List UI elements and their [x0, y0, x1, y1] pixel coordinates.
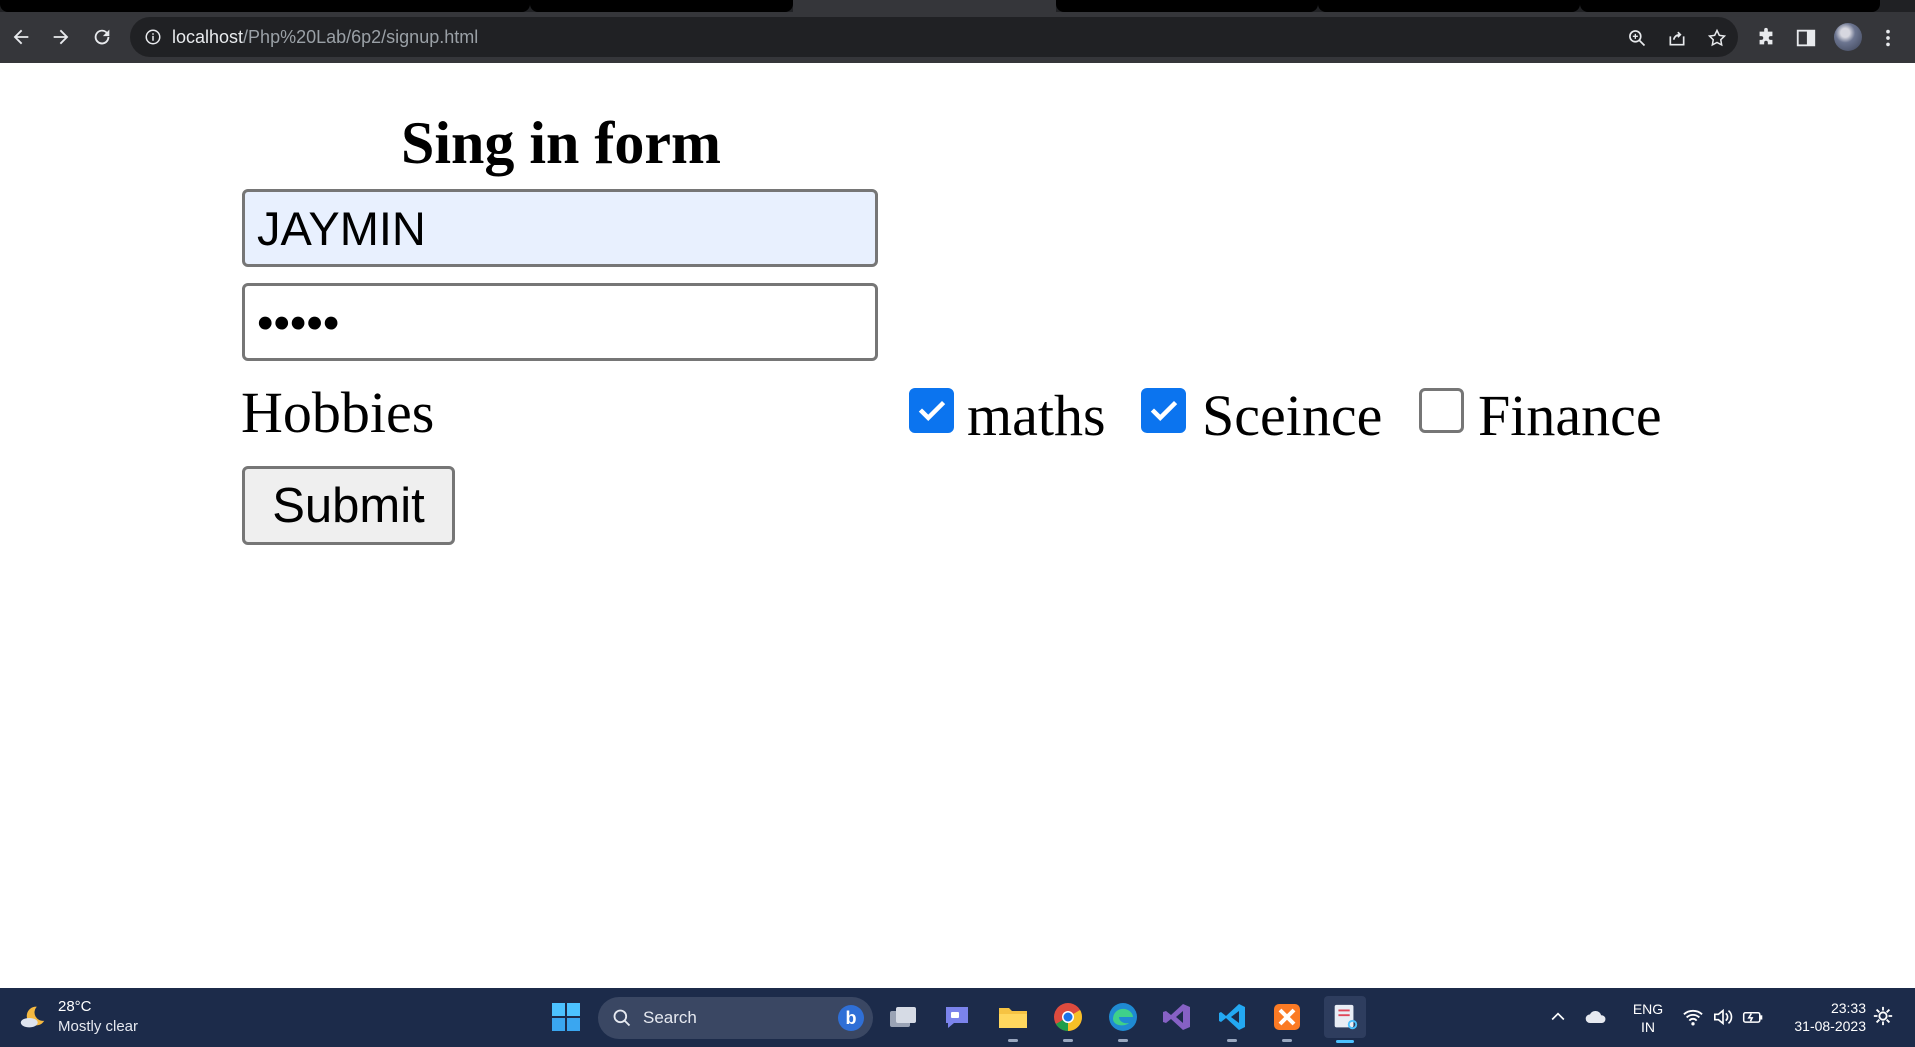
url-path: /Php%20Lab/6p2/signup.html — [243, 27, 479, 47]
maths-label: maths — [967, 383, 1106, 448]
file-explorer-app[interactable] — [996, 1000, 1030, 1042]
form-title: Sing in form — [400, 110, 722, 176]
arrow-left-icon — [13, 29, 29, 45]
checkmark-icon — [1150, 400, 1178, 422]
active-indicator — [1336, 1040, 1354, 1043]
finance-checkbox[interactable] — [1419, 388, 1464, 433]
battery-charging-icon[interactable] — [1742, 1007, 1764, 1027]
puzzle-icon — [1759, 27, 1773, 45]
taskbar: 28°C Mostly clear Search b ENG IN 23:33 … — [0, 988, 1915, 1047]
side-panel-icon — [1796, 29, 1816, 47]
chrome-app[interactable] — [1051, 1000, 1085, 1042]
reload-button[interactable] — [89, 24, 115, 50]
bing-icon[interactable]: b — [838, 1005, 864, 1031]
browser-tab[interactable] — [1318, 0, 1580, 12]
maths-checkbox[interactable] — [909, 388, 954, 433]
running-indicator — [1282, 1039, 1292, 1042]
running-indicator — [1063, 1039, 1073, 1042]
clock-date: 31-08-2023 — [1794, 1018, 1866, 1034]
share-icon — [1669, 31, 1685, 46]
running-indicator — [1008, 1039, 1018, 1042]
arrow-right-icon — [53, 29, 69, 45]
finance-label: Finance — [1478, 383, 1662, 448]
onedrive-cloud-icon[interactable] — [1584, 1007, 1608, 1027]
taskbar-search[interactable]: Search b — [598, 997, 873, 1039]
language-code: ENG — [1632, 1001, 1664, 1017]
folder-icon — [999, 1008, 1027, 1028]
speaker-icon[interactable] — [1712, 1007, 1734, 1027]
star-icon — [1707, 28, 1727, 47]
moon-cloud-icon — [20, 1006, 45, 1028]
running-indicator — [1118, 1039, 1128, 1042]
vscode-icon — [1219, 1004, 1245, 1030]
reload-icon — [94, 29, 110, 45]
snipping-tool-app[interactable] — [1324, 996, 1366, 1043]
input-language-indicator[interactable]: ENG IN — [1630, 1000, 1666, 1036]
share-button[interactable] — [1666, 27, 1688, 49]
browser-tab[interactable] — [0, 0, 530, 12]
visual-studio-app[interactable] — [1160, 1000, 1194, 1034]
zoom-icon — [1629, 30, 1646, 47]
profile-avatar[interactable] — [1834, 23, 1862, 51]
url-host: localhost — [172, 27, 244, 47]
browser-toolbar: localhost/Php%20Lab/6p2/signup.html — [0, 12, 1915, 63]
snipping-tool-icon — [1334, 1004, 1358, 1030]
bookmark-button[interactable] — [1706, 27, 1728, 49]
url-text[interactable]: localhost/Php%20Lab/6p2/signup.html — [172, 27, 478, 47]
task-view-app[interactable] — [886, 1000, 920, 1034]
kebab-menu-icon — [1886, 29, 1890, 47]
tab-strip — [0, 0, 1915, 12]
science-label: Sceince — [1202, 383, 1383, 448]
science-checkbox[interactable] — [1141, 388, 1186, 433]
search-icon — [613, 1009, 631, 1027]
weather-description: Mostly clear — [58, 1018, 139, 1035]
xampp-app[interactable] — [1270, 1000, 1304, 1042]
zoom-button[interactable] — [1626, 27, 1648, 49]
submit-button[interactable]: Submit — [242, 466, 455, 545]
edge-icon — [1109, 1003, 1137, 1031]
teams-chat-app[interactable] — [940, 1000, 974, 1034]
checkmark-icon — [918, 400, 946, 422]
xampp-icon — [1274, 1004, 1300, 1030]
task-view-icon — [890, 1007, 916, 1027]
system-clock[interactable]: 23:33 31-08-2023 — [1782, 999, 1866, 1035]
address-bar[interactable]: localhost/Php%20Lab/6p2/signup.html — [130, 17, 1738, 57]
extensions-button[interactable] — [1754, 26, 1778, 50]
username-input[interactable] — [242, 189, 878, 267]
visual-studio-icon — [1163, 1004, 1190, 1030]
browser-tab[interactable] — [530, 0, 793, 12]
hobbies-label: Hobbies — [241, 380, 435, 445]
weather-temperature: 28°C — [58, 998, 92, 1015]
browser-tab[interactable] — [1580, 0, 1880, 12]
clock-time: 23:33 — [1830, 1000, 1866, 1016]
region-code: IN — [1641, 1019, 1655, 1035]
vscode-app[interactable] — [1215, 1000, 1249, 1042]
page-content: Sing in form Hobbies maths Sceince Finan… — [0, 63, 1915, 988]
side-panel-button[interactable] — [1794, 26, 1818, 50]
wifi-icon[interactable] — [1682, 1007, 1704, 1027]
edge-app[interactable] — [1106, 1000, 1140, 1042]
password-input[interactable] — [242, 283, 878, 361]
forward-button[interactable] — [48, 24, 74, 50]
browser-tab-active[interactable] — [793, 0, 1056, 12]
info-icon[interactable] — [144, 28, 162, 46]
chat-icon — [946, 1007, 968, 1028]
notification-settings-icon[interactable] — [1872, 1005, 1894, 1027]
chrome-icon — [1054, 1003, 1082, 1031]
windows-start-icon[interactable] — [551, 1002, 581, 1032]
search-label: Search — [643, 1008, 697, 1027]
running-indicator — [1227, 1039, 1237, 1042]
chevron-up-icon[interactable] — [1548, 1007, 1568, 1027]
browser-tab[interactable] — [1056, 0, 1318, 12]
menu-button[interactable] — [1876, 26, 1900, 50]
back-button[interactable] — [8, 24, 34, 50]
